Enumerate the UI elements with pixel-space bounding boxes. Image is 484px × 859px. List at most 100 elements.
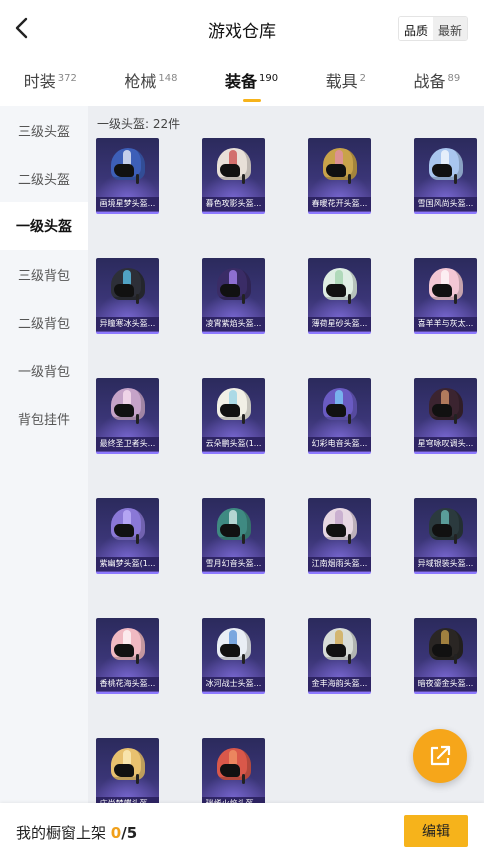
- helmet-icon: [427, 508, 465, 546]
- item-card[interactable]: 香桃花海头盔...: [96, 618, 159, 694]
- sort-option-quality[interactable]: 品质: [398, 17, 433, 40]
- item-name: 薄荷星砂头盔...: [308, 317, 371, 331]
- item-card[interactable]: 春暖花开头盔...: [308, 138, 371, 214]
- item-name: 雪月幻音头盔...: [202, 557, 265, 571]
- tab-count: 148: [158, 72, 178, 84]
- helmet-icon: [109, 508, 147, 546]
- sidebar: 三级头盔 二级头盔 一级头盔 三级背包 二级背包 一级背包 背包挂件: [0, 106, 88, 803]
- helmet-icon: [215, 628, 253, 666]
- tab-active-indicator: [242, 99, 261, 102]
- item-card[interactable]: 画境星梦头盔...: [96, 138, 159, 214]
- helmet-icon: [427, 148, 465, 186]
- item-name: 幻彩电音头盔...: [308, 437, 371, 451]
- tab-3[interactable]: 载具 2: [322, 68, 370, 92]
- sidebar-item-0[interactable]: 三级头盔: [0, 106, 88, 154]
- item-card[interactable]: 雪国风尚头盔...: [414, 138, 477, 214]
- tab-1[interactable]: 枪械 148: [120, 68, 181, 92]
- showcase-total: /5: [121, 824, 138, 842]
- helmet-icon: [109, 628, 147, 666]
- item-name: 画境星梦头盔...: [96, 197, 159, 211]
- item-card[interactable]: 庄尚梦蝶头盔...: [96, 738, 159, 803]
- sidebar-item-1[interactable]: 二级头盔: [0, 154, 88, 202]
- helmet-icon: [109, 148, 147, 186]
- tab-4[interactable]: 战备 89: [409, 68, 464, 92]
- item-name: 凌霄紫焰头盔...: [202, 317, 265, 331]
- helmet-icon: [321, 508, 359, 546]
- tab-count: 372: [57, 72, 77, 84]
- helmet-icon: [321, 148, 359, 186]
- item-card[interactable]: 瑞烯火焰头盔...: [202, 738, 265, 803]
- helmet-icon: [215, 508, 253, 546]
- item-card[interactable]: 星穹咏叹调头...: [414, 378, 477, 454]
- item-name: 云朵鹏头盔(1...: [202, 437, 265, 451]
- item-card[interactable]: 异瞳寒冰头盔...: [96, 258, 159, 334]
- helmet-icon: [321, 628, 359, 666]
- item-name: 暮色攻影头盔...: [202, 197, 265, 211]
- sort-option-latest[interactable]: 最新: [432, 17, 467, 40]
- share-external-icon: [430, 745, 451, 766]
- item-card[interactable]: 暮色攻影头盔...: [202, 138, 265, 214]
- helmet-icon: [109, 268, 147, 306]
- item-card[interactable]: 暗夜鎏金头盔...: [414, 618, 477, 694]
- tab-count: 190: [258, 72, 279, 84]
- section-title: 一级头盔: 22件: [97, 117, 181, 131]
- item-name: 星穹咏叹调头...: [414, 437, 477, 451]
- item-name: 金丰海韵头盔...: [308, 677, 371, 691]
- item-name: 异域银装头盔...: [414, 557, 477, 571]
- helmet-icon: [427, 628, 465, 666]
- bottom-bar: 我的橱窗上架 0/5 编辑: [0, 803, 484, 859]
- item-name: 春暖花开头盔...: [308, 197, 371, 211]
- helmet-icon: [321, 268, 359, 306]
- tab-2[interactable]: 装备 190: [221, 68, 282, 102]
- item-name: 香桃花海头盔...: [96, 677, 159, 691]
- item-name: 雪国风尚头盔...: [414, 197, 477, 211]
- item-card[interactable]: 幻彩电音头盔...: [308, 378, 371, 454]
- sidebar-item-5[interactable]: 一级背包: [0, 346, 88, 394]
- tab-label: 枪械: [124, 72, 157, 91]
- item-card[interactable]: 金丰海韵头盔...: [308, 618, 371, 694]
- helmet-icon: [321, 388, 359, 426]
- helmet-icon: [427, 388, 465, 426]
- item-card[interactable]: 冰河战士头盔...: [202, 618, 265, 694]
- tab-count: 89: [447, 72, 461, 84]
- helmet-icon: [109, 388, 147, 426]
- sidebar-item-4[interactable]: 二级背包: [0, 298, 88, 346]
- item-name: 异瞳寒冰头盔...: [96, 317, 159, 331]
- item-card[interactable]: 异域银装头盔...: [414, 498, 477, 574]
- sidebar-item-2[interactable]: 一级头盔: [0, 202, 88, 250]
- edit-button[interactable]: 编辑: [404, 815, 468, 847]
- showcase-label: 我的橱窗上架: [16, 824, 107, 842]
- share-button[interactable]: [413, 729, 467, 783]
- tab-label: 装备: [224, 72, 257, 91]
- item-card[interactable]: 喜羊羊与灰太...: [414, 258, 477, 334]
- sidebar-item-3[interactable]: 三级背包: [0, 250, 88, 298]
- item-panel: 一级头盔: 22件 画境星梦头盔... 暮色攻影头盔... 春暖花开头盔... 雪国风…: [88, 106, 484, 803]
- item-card[interactable]: 薄荷星砂头盔...: [308, 258, 371, 334]
- tab-label: 载具: [325, 72, 358, 91]
- item-name: 最终圣卫者头...: [96, 437, 159, 451]
- item-name: 喜羊羊与灰太...: [414, 317, 477, 331]
- sidebar-item-6[interactable]: 背包挂件: [0, 394, 88, 442]
- tab-label: 时装: [23, 72, 56, 91]
- item-card[interactable]: 云朵鹏头盔(1...: [202, 378, 265, 454]
- helmet-icon: [215, 748, 253, 786]
- item-card[interactable]: 最终圣卫者头...: [96, 378, 159, 454]
- tab-0[interactable]: 时装 372: [20, 68, 81, 92]
- sort-toggle[interactable]: 品质 最新: [397, 16, 468, 41]
- item-card[interactable]: 凌霄紫焰头盔...: [202, 258, 265, 334]
- item-name: 紫幽梦头盔(1...: [96, 557, 159, 571]
- helmet-icon: [109, 748, 147, 786]
- helmet-icon: [215, 388, 253, 426]
- header: 游戏仓库 品质 最新: [0, 0, 484, 56]
- item-name: 江南烟雨头盔...: [308, 557, 371, 571]
- helmet-icon: [427, 268, 465, 306]
- showcase-status: 我的橱窗上架 0/5: [16, 822, 137, 843]
- item-name: 冰河战士头盔...: [202, 677, 265, 691]
- item-card[interactable]: 雪月幻音头盔...: [202, 498, 265, 574]
- tab-label: 战备: [413, 72, 446, 91]
- item-card[interactable]: 江南烟雨头盔...: [308, 498, 371, 574]
- helmet-icon: [215, 268, 253, 306]
- helmet-icon: [215, 148, 253, 186]
- category-tabs: 时装 372 枪械 148 装备 190 载具 2 战备 89: [0, 56, 484, 104]
- item-card[interactable]: 紫幽梦头盔(1...: [96, 498, 159, 574]
